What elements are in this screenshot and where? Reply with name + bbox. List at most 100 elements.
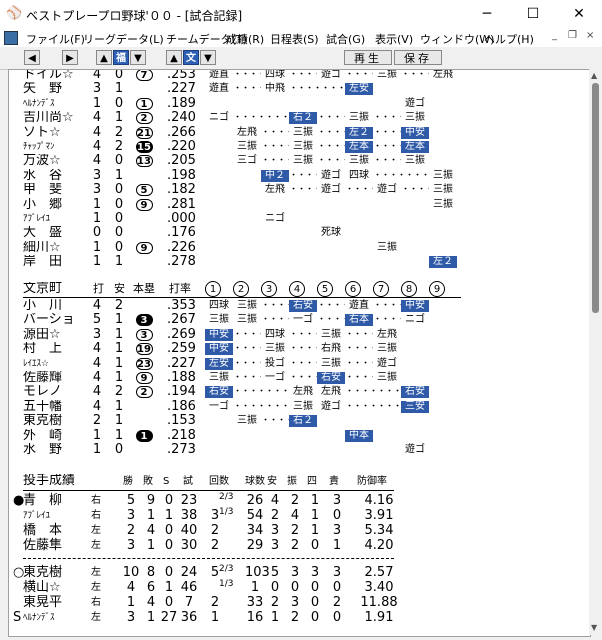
home-run-count: 7	[135, 70, 153, 81]
menu-records[interactable]: 成績(R)	[226, 31, 264, 47]
hits: 1	[114, 254, 124, 270]
home-run-count: 19	[135, 343, 153, 356]
dotted-leader: ・・・・・・・・・・・・・・・・	[373, 142, 401, 152]
plate-appearance-result: 右安	[205, 386, 233, 399]
batting-average: .000	[167, 211, 196, 226]
close-button[interactable]: ✕	[556, 0, 602, 29]
hits: 1	[114, 110, 124, 126]
plate-appearance-result: 右飛	[321, 343, 341, 355]
dotted-leader: ・・・・・・・・・・・・・・・・	[233, 329, 261, 340]
plate-appearance-result: 遊直	[349, 300, 369, 311]
vertical-scrollbar[interactable]: ▲ ▼	[589, 69, 602, 635]
menu-game[interactable]: 試合(G)	[326, 31, 365, 47]
home-runs: 9	[133, 241, 155, 255]
baseball-app-icon: ⚾	[6, 6, 23, 21]
document-icon[interactable]	[4, 31, 18, 45]
plate-appearance-result: 三振	[237, 141, 257, 152]
hits: 1	[114, 398, 124, 414]
team2-selector[interactable]: 文	[183, 50, 199, 65]
pitcher-bb: 0	[310, 538, 320, 553]
pitcher-g: 24	[180, 565, 198, 580]
batting-average: .189	[167, 95, 196, 111]
inning-header: 9	[429, 281, 445, 297]
hits: 1	[114, 326, 124, 342]
pitcher-np: 29	[246, 538, 264, 553]
save-button[interactable]: 保存	[394, 50, 442, 65]
prev-game-button[interactable]: ◀	[24, 50, 40, 65]
home-run-count: 21	[135, 126, 153, 139]
team1-selector[interactable]: 福	[113, 50, 129, 65]
menu-league-data[interactable]: リーグデータ(L)	[83, 31, 164, 47]
batting-average: .269	[167, 326, 196, 342]
at-bats: 4	[92, 139, 102, 154]
dotted-leader: ・・・・・・・・・・・・・・・・	[261, 416, 289, 427]
maximize-button[interactable]: ☐	[510, 0, 556, 29]
pitcher-er: 0	[332, 508, 342, 523]
pitcher-name: 東克樹	[23, 565, 63, 580]
scroll-down-icon[interactable]: ▼	[591, 623, 597, 632]
dotted-leader: ・・・・・・・・・・・・・・・・	[289, 170, 317, 181]
menu-schedule[interactable]: 日程表(S)	[270, 31, 319, 47]
throwing-arm: 右	[91, 510, 101, 521]
home-runs: 9	[133, 198, 155, 212]
next-game-button[interactable]: ▶	[62, 50, 78, 65]
home-runs: 21	[133, 126, 155, 140]
pitcher-s: 0	[164, 565, 174, 580]
pitcher-l: 9	[146, 493, 156, 508]
pitcher-w: 4	[126, 580, 136, 595]
team2-down-button[interactable]: ▼	[200, 50, 216, 65]
pitcher-name: 横山☆	[23, 580, 61, 595]
mdi-minimize-button[interactable]: _	[552, 30, 557, 41]
batting-average: .281	[167, 196, 196, 212]
dotted-leader: ・・・・・・・・・・・・・・・・	[345, 358, 373, 369]
batter-row: 細川☆ 1 0 9 .226 三振	[9, 239, 590, 255]
batting-average: .353	[167, 298, 196, 313]
mdi-close-button[interactable]: ×	[586, 30, 594, 41]
menu-help[interactable]: ヘルプ(H)	[484, 31, 534, 47]
dotted-leader: ・・・・・・・・・・・・・・・・	[289, 329, 317, 340]
pitcher-np: 54	[246, 508, 264, 523]
at-bats: 1	[92, 211, 102, 226]
pitcher-l: 6	[146, 580, 156, 595]
plate-appearance-result: 右安	[401, 386, 429, 399]
batter-name: 水 谷	[23, 168, 63, 183]
pitcher-g: 40	[180, 523, 198, 538]
header-ab: 打	[93, 282, 104, 295]
batter-name: 水 野	[23, 443, 63, 457]
at-bats: 1	[92, 239, 102, 255]
inning-header: 5	[317, 281, 333, 297]
plate-appearance-result: 右２	[289, 415, 317, 428]
pitcher-l: 1	[146, 610, 156, 625]
scroll-up-icon[interactable]: ▲	[591, 71, 597, 80]
hits: 0	[114, 239, 124, 255]
pitcher-bb: 0	[310, 610, 320, 625]
batter-row: ドイル☆407.253遊直・・・・・・・・・・・・・・・・四球・・・・・・・・・…	[9, 70, 590, 82]
dotted-leader: ・・・・・・・・・・・・・・・・	[233, 387, 289, 398]
team2-up-button[interactable]: ▲	[166, 50, 182, 65]
team1-down-button[interactable]: ▼	[130, 50, 146, 65]
pitcher-l: 1	[146, 538, 156, 553]
plate-appearance-result: 遊ゴ	[321, 169, 341, 181]
batting-average: .182	[167, 182, 196, 198]
team1-up-button[interactable]: ▲	[96, 50, 112, 65]
dotted-leader: ・・・・・・・・・・・・・・・・	[289, 358, 317, 369]
play-button[interactable]: 再生	[344, 50, 392, 65]
home-run-count: 9	[135, 241, 153, 254]
batter-row: 外 崎 1 1 1.218 中本	[9, 428, 590, 443]
plate-appearance-result: 三振	[433, 184, 453, 196]
pitcher-h: 1	[270, 610, 280, 625]
throwing-arm: 左	[91, 582, 101, 593]
plate-appearance-result: 左飛	[265, 184, 285, 196]
home-runs: 9	[133, 371, 155, 385]
pitcher-er: 0	[332, 610, 342, 625]
dotted-leader: ・・・・・・・・・・・・・・・・	[233, 344, 261, 355]
batter-name: 五十幡	[23, 399, 63, 414]
home-run-count: 2	[135, 112, 153, 125]
pitching-header: 防御率	[357, 476, 387, 487]
plate-appearance-result: 三振	[433, 198, 453, 210]
mdi-restore-button[interactable]: ❐	[568, 30, 577, 41]
menu-file[interactable]: ファイル(F)	[26, 31, 85, 47]
scrollbar-thumb[interactable]	[592, 83, 599, 313]
minimize-button[interactable]: ─	[464, 0, 510, 29]
menu-view[interactable]: 表示(V)	[375, 31, 413, 47]
